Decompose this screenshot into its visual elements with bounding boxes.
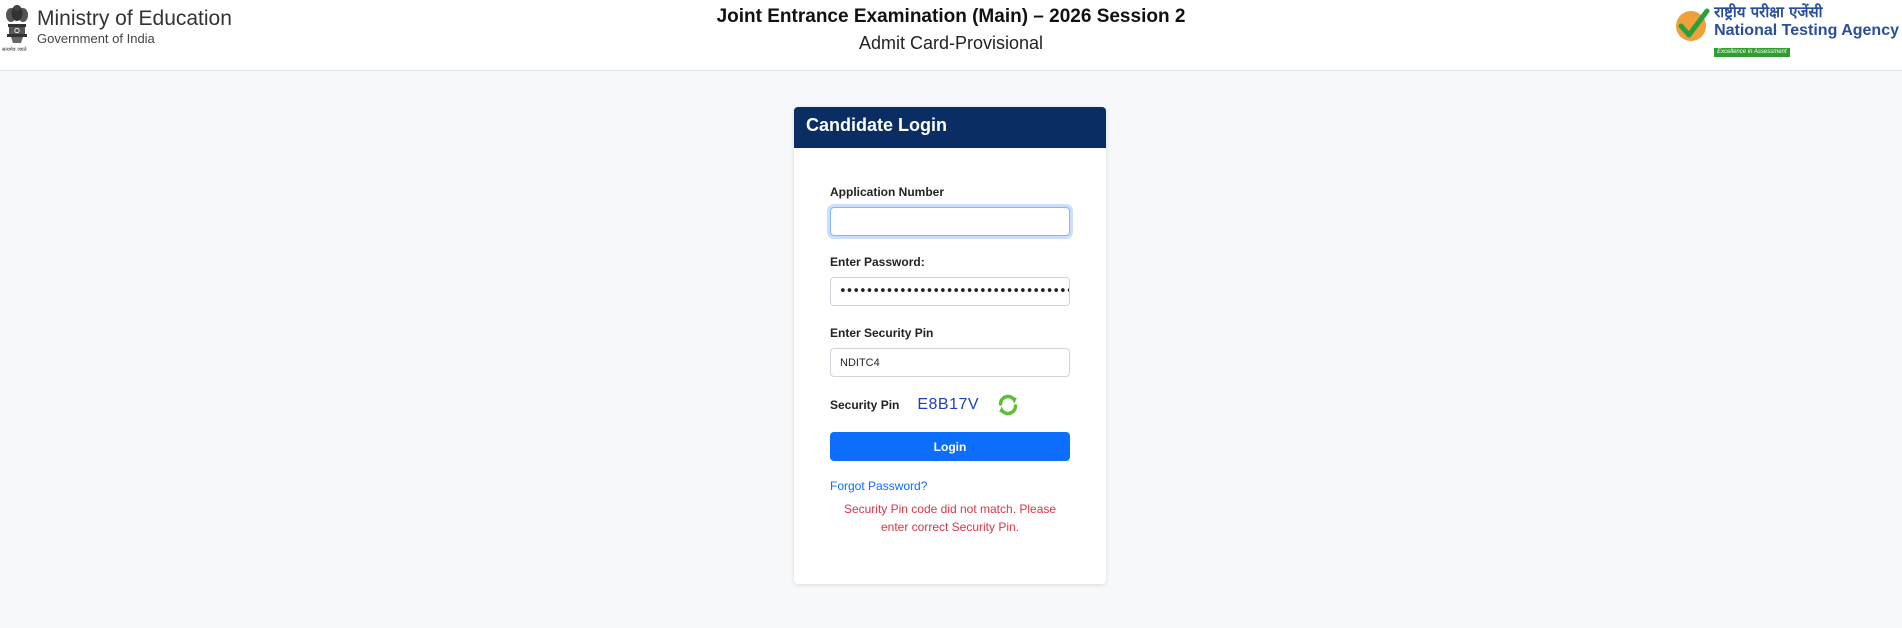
refresh-icon[interactable]	[996, 393, 1020, 417]
login-card: Candidate Login Application Number Enter…	[794, 107, 1106, 584]
nta-name: National Testing Agency	[1714, 22, 1899, 39]
password-input[interactable]: ••••••••••••••••••••••••••••••••••••••••…	[830, 277, 1070, 306]
nta-logo-icon	[1674, 4, 1710, 44]
login-form: Application Number Enter Password: •••••…	[830, 185, 1070, 536]
password-masked-value: ••••••••••••••••••••••••••••••••••••••••…	[839, 284, 1069, 299]
nta-logo: राष्ट्रीय परीक्षा एजेंसी National Testin…	[1674, 4, 1899, 58]
error-message: Security Pin code did not match. Please …	[843, 502, 1057, 534]
forgot-password-link[interactable]: Forgot Password?	[830, 479, 927, 493]
login-button[interactable]: Login	[830, 432, 1070, 461]
page-subtitle: Admit Card-Provisional	[858, 33, 1044, 53]
exam-title: Joint Entrance Examination (Main) – 2026…	[716, 6, 1186, 27]
application-number-label: Application Number	[830, 185, 945, 199]
captcha-code: E8B17V	[917, 396, 980, 413]
captcha-label: Security Pin	[830, 398, 900, 412]
login-card-title: Candidate Login	[794, 107, 1106, 148]
nta-hindi-name: राष्ट्रीय परीक्षा एजेंसी	[1714, 3, 1823, 21]
security-pin-label: Enter Security Pin	[830, 326, 934, 340]
site-header: सत्यमेव जयते Ministry of Education Gover…	[0, 0, 1902, 71]
nta-tagline: Excellence in Assessment	[1714, 48, 1790, 57]
page-heading: Joint Entrance Examination (Main) – 2026…	[0, 4, 1902, 56]
application-number-input[interactable]	[830, 207, 1070, 236]
security-pin-input[interactable]	[830, 348, 1070, 377]
captcha-row: Security Pin E8B17V	[830, 392, 1070, 418]
password-label: Enter Password:	[830, 255, 925, 269]
